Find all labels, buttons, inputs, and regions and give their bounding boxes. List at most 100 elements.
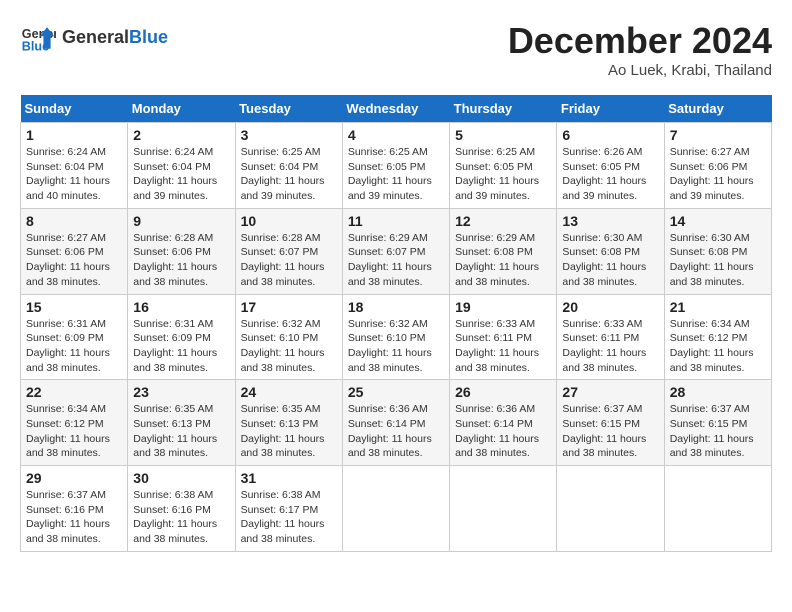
day-number: 17 (241, 299, 337, 315)
day-info: Sunrise: 6:32 AM Sunset: 6:10 PM Dayligh… (348, 317, 444, 376)
col-monday: Monday (128, 95, 235, 123)
day-info: Sunrise: 6:35 AM Sunset: 6:13 PM Dayligh… (241, 402, 337, 461)
day-number: 22 (26, 384, 122, 400)
day-number: 18 (348, 299, 444, 315)
calendar-header: Sunday Monday Tuesday Wednesday Thursday… (21, 95, 772, 123)
day-number: 3 (241, 127, 337, 143)
calendar-cell: 10 Sunrise: 6:28 AM Sunset: 6:07 PM Dayli… (235, 208, 342, 294)
day-info: Sunrise: 6:25 AM Sunset: 6:05 PM Dayligh… (455, 145, 551, 204)
day-number: 21 (670, 299, 766, 315)
col-friday: Friday (557, 95, 664, 123)
logo-icon: General Blue (20, 20, 56, 56)
calendar-cell: 4 Sunrise: 6:25 AM Sunset: 6:05 PM Daylig… (342, 123, 449, 209)
day-info: Sunrise: 6:28 AM Sunset: 6:06 PM Dayligh… (133, 231, 229, 290)
logo-general: General (62, 27, 129, 47)
day-number: 19 (455, 299, 551, 315)
day-info: Sunrise: 6:30 AM Sunset: 6:08 PM Dayligh… (670, 231, 766, 290)
calendar-cell: 26Sunrise: 6:36 AM Sunset: 6:14 PM Dayli… (450, 380, 557, 466)
day-info: Sunrise: 6:38 AM Sunset: 6:17 PM Dayligh… (241, 488, 337, 547)
day-number: 7 (670, 127, 766, 143)
day-number: 15 (26, 299, 122, 315)
month-title: December 2024 (508, 20, 772, 62)
page-header: General Blue GeneralBlue December 2024 A… (20, 20, 772, 79)
calendar-cell: 31 Sunrise: 6:38 AM Sunset: 6:17 PM Dayli… (235, 466, 342, 552)
header-row: Sunday Monday Tuesday Wednesday Thursday… (21, 95, 772, 123)
day-info: Sunrise: 6:28 AM Sunset: 6:07 PM Dayligh… (241, 231, 337, 290)
day-info: Sunrise: 6:25 AM Sunset: 6:05 PM Dayligh… (348, 145, 444, 204)
calendar-cell: 2Sunrise: 6:24 AM Sunset: 6:04 PM Daylig… (128, 123, 235, 209)
col-sunday: Sunday (21, 95, 128, 123)
calendar-cell (342, 466, 449, 552)
day-info: Sunrise: 6:24 AM Sunset: 6:04 PM Dayligh… (133, 145, 229, 204)
title-block: December 2024 Ao Luek, Krabi, Thailand (508, 20, 772, 79)
day-info: Sunrise: 6:34 AM Sunset: 6:12 PM Dayligh… (26, 402, 122, 461)
calendar-cell: 21 Sunrise: 6:34 AM Sunset: 6:12 PM Dayli… (664, 294, 771, 380)
calendar-cell: 16 Sunrise: 6:31 AM Sunset: 6:09 PM Dayli… (128, 294, 235, 380)
day-info: Sunrise: 6:37 AM Sunset: 6:16 PM Dayligh… (26, 488, 122, 547)
col-saturday: Saturday (664, 95, 771, 123)
calendar-table: Sunday Monday Tuesday Wednesday Thursday… (20, 95, 772, 552)
calendar-cell: 1 Sunrise: 6:24 AM Sunset: 6:04 PM Daylig… (21, 123, 128, 209)
calendar-cell: 28 Sunrise: 6:37 AM Sunset: 6:15 PM Dayli… (664, 380, 771, 466)
day-info: Sunrise: 6:25 AM Sunset: 6:04 PM Dayligh… (241, 145, 337, 204)
day-info: Sunrise: 6:38 AM Sunset: 6:16 PM Dayligh… (133, 488, 229, 547)
day-info: Sunrise: 6:26 AM Sunset: 6:05 PM Dayligh… (562, 145, 658, 204)
day-number: 4 (348, 127, 444, 143)
calendar-cell (450, 466, 557, 552)
day-number: 1 (26, 127, 122, 143)
day-number: 5 (455, 127, 551, 143)
day-number: 31 (241, 470, 337, 486)
day-number: 25 (348, 384, 444, 400)
day-number: 8 (26, 213, 122, 229)
calendar-cell (664, 466, 771, 552)
calendar-cell: 20Sunrise: 6:33 AM Sunset: 6:11 PM Dayli… (557, 294, 664, 380)
day-info: Sunrise: 6:29 AM Sunset: 6:08 PM Dayligh… (455, 231, 551, 290)
day-number: 28 (670, 384, 766, 400)
day-info: Sunrise: 6:30 AM Sunset: 6:08 PM Dayligh… (562, 231, 658, 290)
col-tuesday: Tuesday (235, 95, 342, 123)
day-number: 6 (562, 127, 658, 143)
calendar-cell: 23 Sunrise: 6:35 AM Sunset: 6:13 PM Dayli… (128, 380, 235, 466)
calendar-cell: 22 Sunrise: 6:34 AM Sunset: 6:12 PM Dayli… (21, 380, 128, 466)
calendar-cell: 12Sunrise: 6:29 AM Sunset: 6:08 PM Dayli… (450, 208, 557, 294)
calendar-week-1: 1 Sunrise: 6:24 AM Sunset: 6:04 PM Daylig… (21, 123, 772, 209)
day-info: Sunrise: 6:34 AM Sunset: 6:12 PM Dayligh… (670, 317, 766, 376)
day-number: 23 (133, 384, 229, 400)
day-number: 27 (562, 384, 658, 400)
calendar-cell (557, 466, 664, 552)
calendar-cell: 15Sunrise: 6:31 AM Sunset: 6:09 PM Dayli… (21, 294, 128, 380)
day-number: 11 (348, 213, 444, 229)
day-info: Sunrise: 6:29 AM Sunset: 6:07 PM Dayligh… (348, 231, 444, 290)
day-info: Sunrise: 6:27 AM Sunset: 6:06 PM Dayligh… (670, 145, 766, 204)
day-number: 14 (670, 213, 766, 229)
day-info: Sunrise: 6:35 AM Sunset: 6:13 PM Dayligh… (133, 402, 229, 461)
day-info: Sunrise: 6:37 AM Sunset: 6:15 PM Dayligh… (562, 402, 658, 461)
calendar-cell: 19Sunrise: 6:33 AM Sunset: 6:11 PM Dayli… (450, 294, 557, 380)
day-info: Sunrise: 6:24 AM Sunset: 6:04 PM Dayligh… (26, 145, 122, 204)
day-number: 29 (26, 470, 122, 486)
day-info: Sunrise: 6:33 AM Sunset: 6:11 PM Dayligh… (562, 317, 658, 376)
calendar-cell: 7 Sunrise: 6:27 AM Sunset: 6:06 PM Daylig… (664, 123, 771, 209)
day-number: 24 (241, 384, 337, 400)
col-wednesday: Wednesday (342, 95, 449, 123)
day-number: 16 (133, 299, 229, 315)
logo-blue: Blue (129, 27, 168, 47)
calendar-cell: 17Sunrise: 6:32 AM Sunset: 6:10 PM Dayli… (235, 294, 342, 380)
day-info: Sunrise: 6:37 AM Sunset: 6:15 PM Dayligh… (670, 402, 766, 461)
calendar-cell: 13 Sunrise: 6:30 AM Sunset: 6:08 PM Dayli… (557, 208, 664, 294)
calendar-cell: 9 Sunrise: 6:28 AM Sunset: 6:06 PM Daylig… (128, 208, 235, 294)
day-number: 10 (241, 213, 337, 229)
calendar-cell: 24 Sunrise: 6:35 AM Sunset: 6:13 PM Dayli… (235, 380, 342, 466)
calendar-cell: 18 Sunrise: 6:32 AM Sunset: 6:10 PM Dayli… (342, 294, 449, 380)
calendar-week-2: 8Sunrise: 6:27 AM Sunset: 6:06 PM Daylig… (21, 208, 772, 294)
calendar-cell: 3 Sunrise: 6:25 AM Sunset: 6:04 PM Daylig… (235, 123, 342, 209)
calendar-cell: 8Sunrise: 6:27 AM Sunset: 6:06 PM Daylig… (21, 208, 128, 294)
calendar-cell: 25 Sunrise: 6:36 AM Sunset: 6:14 PM Dayli… (342, 380, 449, 466)
day-info: Sunrise: 6:31 AM Sunset: 6:09 PM Dayligh… (133, 317, 229, 376)
calendar-cell: 11 Sunrise: 6:29 AM Sunset: 6:07 PM Dayli… (342, 208, 449, 294)
day-number: 9 (133, 213, 229, 229)
day-number: 13 (562, 213, 658, 229)
calendar-cell: 29 Sunrise: 6:37 AM Sunset: 6:16 PM Dayli… (21, 466, 128, 552)
day-info: Sunrise: 6:36 AM Sunset: 6:14 PM Dayligh… (455, 402, 551, 461)
day-info: Sunrise: 6:36 AM Sunset: 6:14 PM Dayligh… (348, 402, 444, 461)
